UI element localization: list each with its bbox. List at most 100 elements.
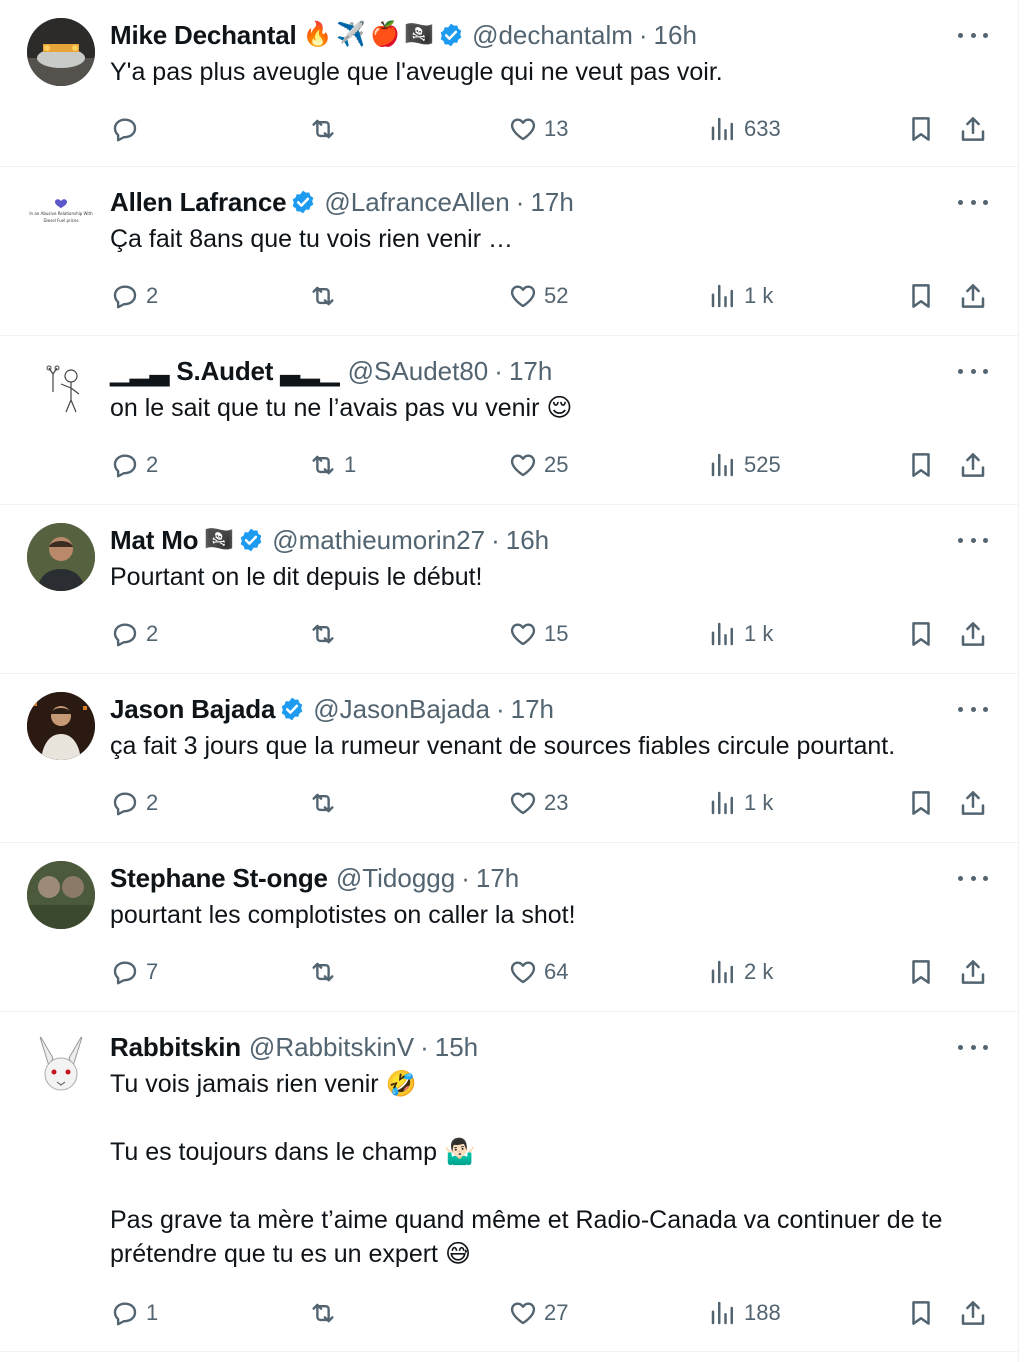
like-button[interactable]: 27	[508, 1298, 568, 1328]
share-button[interactable]	[958, 619, 988, 649]
verified-badge-icon[interactable]	[438, 22, 464, 48]
verified-badge-icon[interactable]	[290, 189, 316, 215]
reply-button[interactable]: 7	[110, 957, 158, 987]
bookmark-button[interactable]	[906, 114, 936, 144]
reply-button[interactable]: 2	[110, 619, 158, 649]
more-options-icon[interactable]	[958, 361, 988, 381]
timestamp[interactable]: 17h	[509, 356, 552, 387]
reply-button[interactable]	[110, 114, 146, 144]
separator: ·	[495, 693, 505, 724]
more-options-icon[interactable]	[958, 868, 988, 888]
timestamp[interactable]: 15h	[435, 1032, 478, 1063]
reply-icon	[113, 285, 137, 309]
timestamp[interactable]: 16h	[506, 525, 549, 556]
reply-button[interactable]: 2	[110, 450, 158, 480]
share-button[interactable]	[958, 450, 988, 480]
timestamp[interactable]: 16h	[654, 20, 697, 51]
views-button[interactable]: 2 k	[708, 957, 773, 987]
repost-button[interactable]	[308, 1298, 344, 1328]
reply-feed: Mike Dechantal 🔥 ✈️ 🍎 🏴‍☠️ @dechantalm ·…	[0, 0, 1019, 1362]
repost-icon	[312, 286, 334, 306]
tweet[interactable]: Mike Dechantal 🔥 ✈️ 🍎 🏴‍☠️ @dechantalm ·…	[0, 0, 1018, 167]
author-name[interactable]: Mike Dechantal	[110, 20, 297, 51]
author-handle[interactable]: @mathieumorin27	[272, 525, 485, 556]
author-name[interactable]: Allen Lafrance	[110, 187, 287, 218]
author-name[interactable]: Stephane St-onge	[110, 863, 328, 894]
reply-button[interactable]: 2	[110, 788, 158, 818]
views-button[interactable]: 1 k	[708, 619, 773, 649]
repost-button[interactable]	[308, 114, 344, 144]
author-handle[interactable]: @dechantalm	[472, 20, 633, 51]
like-button[interactable]: 25	[508, 450, 568, 480]
more-options-icon[interactable]	[958, 530, 988, 550]
more-options-icon[interactable]	[958, 25, 988, 45]
repost-button[interactable]	[308, 957, 344, 987]
share-icon	[961, 791, 985, 815]
author-handle[interactable]: @Tidoggg	[336, 863, 455, 894]
views-button[interactable]: 633	[708, 114, 781, 144]
avatar[interactable]	[27, 354, 95, 422]
verified-badge-icon[interactable]	[238, 527, 264, 553]
views-button[interactable]: 1 k	[708, 281, 773, 311]
reply-button[interactable]: 2	[110, 281, 158, 311]
like-button[interactable]: 52	[508, 281, 568, 311]
avatar[interactable]	[27, 523, 95, 591]
timestamp[interactable]: 17h	[476, 863, 519, 894]
avatar[interactable]	[27, 861, 95, 929]
views-button[interactable]: 525	[708, 450, 781, 480]
author-name[interactable]: ▁▂▃ S.Audet ▃▂▁	[110, 356, 340, 387]
share-button[interactable]	[958, 114, 988, 144]
share-button[interactable]	[958, 957, 988, 987]
views-button[interactable]: 1 k	[708, 788, 773, 818]
repost-button[interactable]	[308, 788, 344, 818]
tweet[interactable]: Stephane St-onge @Tidoggg · 17h pourtant…	[0, 843, 1018, 1012]
author-handle[interactable]: @SAudet80	[348, 356, 489, 387]
reply-button[interactable]: 1	[110, 1298, 158, 1328]
like-button[interactable]: 13	[508, 114, 568, 144]
avatar[interactable]: In an Abusive Relationship With Diesel F…	[27, 185, 95, 253]
repost-button[interactable]	[308, 281, 344, 311]
author-name[interactable]: Rabbitskin	[110, 1032, 241, 1063]
timestamp[interactable]: 17h	[511, 694, 554, 725]
more-options-icon[interactable]	[958, 1037, 988, 1057]
bookmark-button[interactable]	[906, 957, 936, 987]
avatar[interactable]	[27, 692, 95, 760]
author-handle[interactable]: @RabbitskinV	[249, 1032, 414, 1063]
tweet[interactable]: Mat Mo 🏴‍☠️ @mathieumorin27 · 16h Pourta…	[0, 505, 1018, 674]
repost-button[interactable]	[308, 619, 344, 649]
share-button[interactable]	[958, 788, 988, 818]
author-handle[interactable]: @LafranceAllen	[324, 187, 509, 218]
tweet[interactable]: Jason Bajada @JasonBajada · 17h ça fait …	[0, 674, 1018, 843]
timestamp[interactable]: 17h	[530, 187, 573, 218]
more-options-icon[interactable]	[958, 699, 988, 719]
avatar[interactable]	[27, 18, 95, 86]
bookmark-button[interactable]	[906, 788, 936, 818]
author-name[interactable]: Jason Bajada	[110, 694, 275, 725]
share-button[interactable]	[958, 281, 988, 311]
like-button[interactable]: 23	[508, 788, 568, 818]
tweet[interactable]: In an Abusive Relationship With Diesel F…	[0, 167, 1018, 336]
tweet-text: Tu vois jamais rien venir 🤣 Tu es toujou…	[110, 1070, 943, 1268]
author-name[interactable]: Mat Mo	[110, 525, 199, 556]
analytics-icon	[711, 622, 733, 646]
bookmark-button[interactable]	[906, 1298, 936, 1328]
bookmark-button[interactable]	[906, 450, 936, 480]
bookmark-button[interactable]	[906, 281, 936, 311]
avatar[interactable]	[27, 1030, 95, 1098]
separator: ·	[515, 186, 525, 217]
verified-badge-icon[interactable]	[279, 696, 305, 722]
like-button[interactable]: 15	[508, 619, 568, 649]
bookmark-button[interactable]	[906, 619, 936, 649]
separator: ·	[491, 524, 500, 555]
repost-button[interactable]: 1	[308, 450, 356, 480]
more-options-icon[interactable]	[958, 192, 988, 212]
tweet[interactable]: ▁▂▃ S.Audet ▃▂▁ @SAudet80 · 17h on le sa…	[0, 336, 1018, 505]
author-handle[interactable]: @JasonBajada	[313, 694, 490, 725]
tweet[interactable]: Rabbitskin @RabbitskinV · 15h Tu vois ja…	[0, 1012, 1018, 1352]
analytics-icon	[711, 453, 733, 477]
like-button[interactable]: 64	[508, 957, 568, 987]
action-bar: 2 52 1 k	[110, 278, 988, 314]
views-button[interactable]: 188	[708, 1298, 781, 1328]
action-bar: 1 27 188	[110, 1295, 988, 1331]
share-button[interactable]	[958, 1298, 988, 1328]
